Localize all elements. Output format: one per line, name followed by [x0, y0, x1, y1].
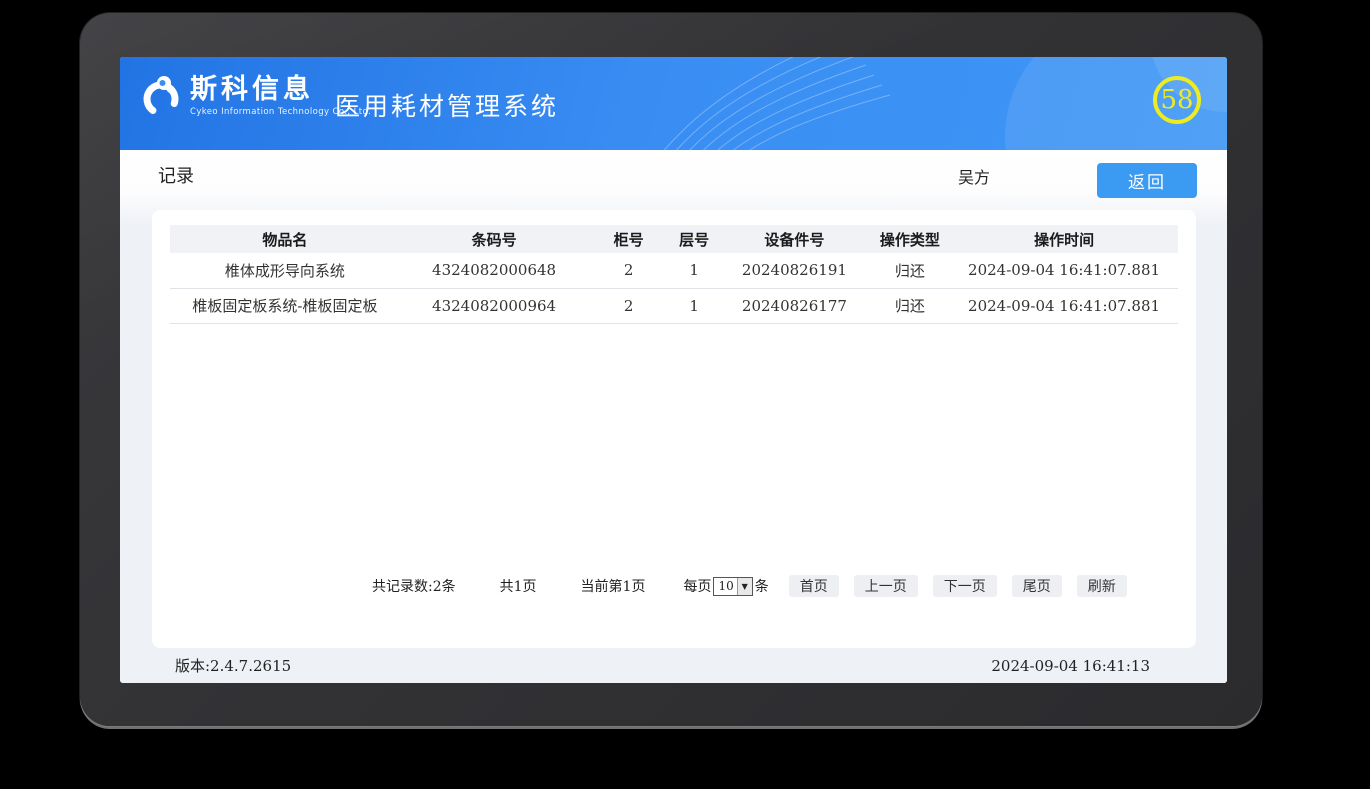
total-records-label: 共记录数:2条	[372, 576, 456, 596]
main-content: 记录 吴方 返回 物品名条码号柜号层号设备件号操作类型操作时间 椎体成形导向系统…	[120, 150, 1227, 683]
table-cell: 20240826191	[719, 253, 869, 288]
app-header: 斯科信息 Cykeo Information Technology Co., L…	[120, 57, 1227, 150]
column-header: 层号	[669, 225, 719, 253]
app-screen: 斯科信息 Cykeo Information Technology Co., L…	[120, 57, 1227, 683]
last-page-button[interactable]: 尾页	[1012, 575, 1062, 597]
column-header: 设备件号	[719, 225, 869, 253]
table-cell: 归还	[870, 288, 951, 323]
pagination-buttons: 首页上一页下一页尾页刷新	[789, 575, 1142, 597]
toolbar: 记录 吴方 返回	[120, 150, 1227, 210]
version-label: 版本:2.4.7.2615	[175, 655, 291, 676]
prev-page-button[interactable]: 上一页	[854, 575, 918, 597]
app-title: 医用耗材管理系统	[335, 87, 559, 123]
table-cell: 4324082000648	[400, 253, 588, 288]
logo-swirl-icon	[140, 73, 182, 119]
total-pages-label: 共1页	[500, 576, 537, 596]
countdown-badge: 58	[1153, 76, 1201, 124]
table-cell: 1	[669, 288, 719, 323]
status-bar: 版本:2.4.7.2615 2024-09-04 16:41:13	[120, 648, 1227, 683]
table-cell: 归还	[870, 253, 951, 288]
records-card: 物品名条码号柜号层号设备件号操作类型操作时间 椎体成形导向系统432408200…	[152, 210, 1196, 648]
clock-label: 2024-09-04 16:41:13	[991, 657, 1150, 675]
table-cell: 4324082000964	[400, 288, 588, 323]
column-header: 柜号	[588, 225, 669, 253]
per-page-select[interactable]: 10 ▼	[713, 577, 752, 596]
table-cell: 椎板固定板系统-椎板固定板	[170, 288, 400, 323]
per-page-value: 10	[718, 579, 733, 593]
next-page-button[interactable]: 下一页	[933, 575, 997, 597]
table-cell: 20240826177	[719, 288, 869, 323]
column-header: 操作类型	[870, 225, 951, 253]
table-row[interactable]: 椎板固定板系统-椎板固定板43240820009642120240826177归…	[170, 288, 1178, 323]
back-button[interactable]: 返回	[1097, 163, 1197, 198]
table-cell: 椎体成形导向系统	[170, 253, 400, 288]
username-label: 吴方	[958, 164, 990, 188]
column-header: 条码号	[400, 225, 588, 253]
header-decor-lines	[560, 57, 920, 150]
table-cell: 2024-09-04 16:41:07.881	[950, 288, 1178, 323]
table-cell: 2	[588, 253, 669, 288]
refresh-button[interactable]: 刷新	[1077, 575, 1127, 597]
table-cell: 2	[588, 288, 669, 323]
column-header: 物品名	[170, 225, 400, 253]
first-page-button[interactable]: 首页	[789, 575, 839, 597]
current-page-label: 当前第1页	[581, 576, 646, 596]
per-page-prefix-label: 每页	[683, 576, 711, 596]
page-title: 记录	[158, 162, 194, 188]
records-table: 物品名条码号柜号层号设备件号操作类型操作时间 椎体成形导向系统432408200…	[170, 225, 1178, 324]
table-row[interactable]: 椎体成形导向系统43240820006482120240826191归还2024…	[170, 253, 1178, 288]
table-cell: 1	[669, 253, 719, 288]
per-page-suffix-label: 条	[755, 576, 769, 596]
tablet-frame: 斯科信息 Cykeo Information Technology Co., L…	[80, 13, 1262, 726]
table-cell: 2024-09-04 16:41:07.881	[950, 253, 1178, 288]
chevron-down-icon: ▼	[737, 578, 752, 595]
column-header: 操作时间	[950, 225, 1178, 253]
per-page-control: 每页 10 ▼ 条	[683, 576, 768, 596]
pagination-bar: 共记录数:2条 共1页 当前第1页 每页 10 ▼ 条 首页上一页下一页尾页刷新	[372, 573, 1162, 599]
table-header-row: 物品名条码号柜号层号设备件号操作类型操作时间	[170, 225, 1178, 253]
